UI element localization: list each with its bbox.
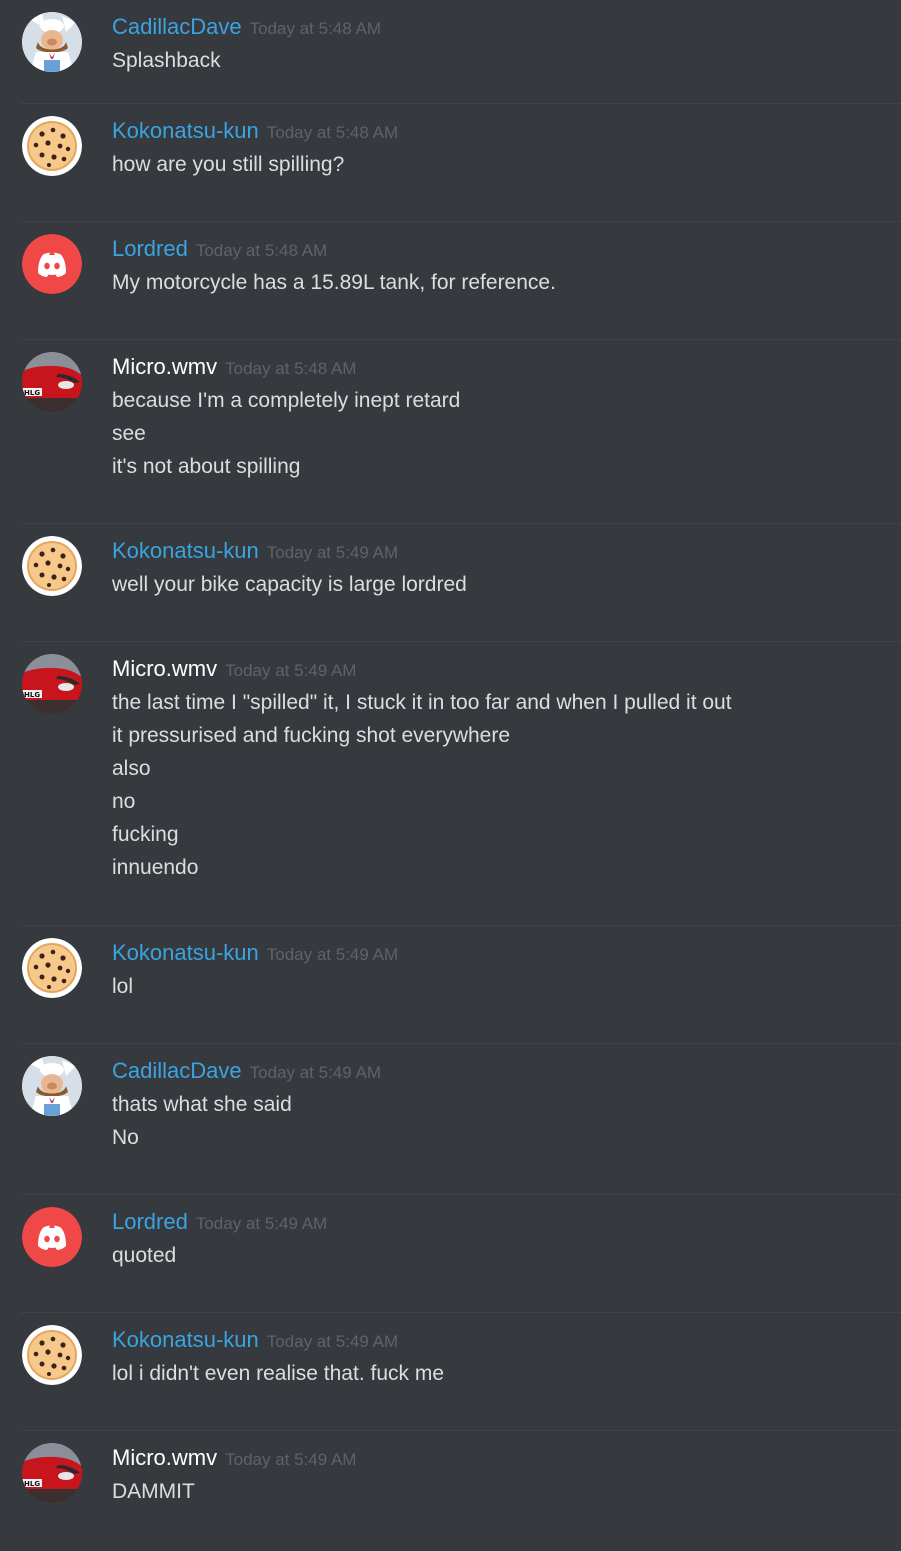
message-header: Kokonatsu-kun Today at 5:48 AM (112, 116, 398, 146)
red-car-avatar-icon[interactable]: HLG (22, 1443, 82, 1503)
message-text: innuendo (112, 856, 199, 879)
chat-message: Lordred Today at 5:48 AM My motorcycle has… (20, 222, 901, 340)
message-header: Kokonatsu-kun Today at 5:49 AM (112, 1325, 398, 1355)
chat-message: CadillacDave Today at 5:48 AM Splashback (20, 0, 901, 104)
timestamp: Today at 5:49 AM (195, 1214, 328, 1233)
message-content: the last time I "spilled" it, I stuck it… (112, 686, 732, 884)
message-content: lol i didn't even realise that. fuck me (112, 1357, 444, 1390)
message-text: also (112, 757, 151, 780)
timestamp: Today at 5:48 AM (266, 123, 399, 142)
message-content: Splashback (112, 44, 221, 77)
username[interactable]: Micro.wmv (112, 1445, 217, 1470)
message-text: because I'm a completely inept retard (112, 389, 461, 412)
message-text: no (112, 790, 136, 813)
message-text: fucking (112, 823, 179, 846)
username[interactable]: Kokonatsu-kun (112, 1327, 259, 1352)
message-text: quoted (112, 1244, 177, 1267)
message-text: thats what she said (112, 1093, 292, 1116)
chat-message: CadillacDave Today at 5:49 AM thats what s… (20, 1044, 901, 1195)
message-text: well your bike capacity is large lordred (112, 573, 467, 596)
timestamp: Today at 5:48 AM (249, 19, 381, 38)
svg-text:HLG: HLG (24, 691, 40, 699)
message-text: My motorcycle has a 15.89L tank, for ref… (112, 271, 556, 294)
chat-message: Kokonatsu-kun Today at 5:49 AM lol (20, 926, 901, 1044)
username[interactable]: Kokonatsu-kun (112, 940, 259, 965)
svg-text:HLG: HLG (24, 1480, 40, 1488)
username[interactable]: Lordred (112, 236, 188, 261)
username[interactable]: CadillacDave (112, 1058, 242, 1083)
message-content: lol (112, 970, 133, 1003)
message-text: No (112, 1126, 139, 1149)
message-text: it pressurised and fucking shot everywhe… (112, 724, 511, 747)
message-header: CadillacDave Today at 5:48 AM (112, 12, 381, 42)
timestamp: Today at 5:48 AM (225, 359, 357, 378)
message-content: thats what she said No (112, 1088, 292, 1154)
message-text: DAMMIT (112, 1480, 195, 1503)
message-header: Micro.wmv Today at 5:48 AM (112, 352, 356, 382)
message-header: Kokonatsu-kun Today at 5:49 AM (112, 536, 398, 566)
message-header: Kokonatsu-kun Today at 5:49 AM (112, 938, 398, 968)
username[interactable]: Micro.wmv (112, 354, 217, 379)
cookie-avatar-icon[interactable] (22, 536, 82, 596)
timestamp: Today at 5:48 AM (195, 241, 328, 260)
message-content: DAMMIT (112, 1475, 195, 1508)
chat-message: HLG Micro.wmv Today at 5:49 AM the last tim… (20, 642, 901, 926)
cookie-avatar-icon[interactable] (22, 1325, 82, 1385)
red-car-avatar-icon[interactable]: HLG (22, 654, 82, 714)
red-car-avatar-icon[interactable]: HLG (22, 352, 82, 412)
discord-logo-avatar-icon[interactable] (22, 1207, 82, 1267)
message-content: My motorcycle has a 15.89L tank, for ref… (112, 266, 556, 299)
username[interactable]: Kokonatsu-kun (112, 538, 259, 563)
message-header: Lordred Today at 5:49 AM (112, 1207, 327, 1237)
timestamp: Today at 5:49 AM (266, 1332, 399, 1351)
timestamp: Today at 5:49 AM (266, 543, 399, 562)
message-content: how are you still spilling? (112, 148, 344, 181)
username[interactable]: Lordred (112, 1209, 188, 1234)
message-content: quoted (112, 1239, 176, 1272)
message-header: Micro.wmv Today at 5:49 AM (112, 654, 356, 684)
message-header: CadillacDave Today at 5:49 AM (112, 1056, 381, 1086)
message-text: the last time I "spilled" it, I stuck it… (112, 691, 732, 714)
chat-message: Kokonatsu-kun Today at 5:48 AM how are you… (20, 104, 901, 222)
message-text: see (112, 422, 146, 445)
chat-message: HLG Micro.wmv Today at 5:49 AM DAMMIT (20, 1431, 901, 1551)
timestamp: Today at 5:49 AM (225, 1450, 357, 1469)
timestamp: Today at 5:49 AM (225, 661, 357, 680)
chat-message-list: CadillacDave Today at 5:48 AM Splashback Ko… (0, 0, 901, 1545)
discord-logo-avatar-icon[interactable] (22, 234, 82, 294)
message-header: Micro.wmv Today at 5:49 AM (112, 1443, 356, 1473)
message-text: Splashback (112, 49, 221, 72)
username[interactable]: CadillacDave (112, 14, 242, 39)
message-content: because I'm a completely inept retard see… (112, 384, 460, 483)
swedish-chef-avatar-icon[interactable] (22, 1056, 82, 1116)
message-content: well your bike capacity is large lordred (112, 568, 467, 601)
swedish-chef-avatar-icon[interactable] (22, 12, 82, 72)
message-text: lol i didn't even realise that. fuck me (112, 1362, 445, 1385)
message-text: how are you still spilling? (112, 153, 345, 176)
message-header: Lordred Today at 5:48 AM (112, 234, 327, 264)
message-text: lol (112, 975, 134, 998)
cookie-avatar-icon[interactable] (22, 116, 82, 176)
username[interactable]: Kokonatsu-kun (112, 118, 259, 143)
message-text: it's not about spilling (112, 455, 301, 478)
chat-message: Kokonatsu-kun Today at 5:49 AM well your b… (20, 524, 901, 642)
timestamp: Today at 5:49 AM (266, 945, 399, 964)
cookie-avatar-icon[interactable] (22, 938, 82, 998)
chat-message: Kokonatsu-kun Today at 5:49 AM lol i didn'… (20, 1313, 901, 1431)
timestamp: Today at 5:49 AM (249, 1063, 381, 1082)
svg-text:HLG: HLG (24, 389, 40, 397)
username[interactable]: Micro.wmv (112, 656, 217, 681)
chat-message: Lordred Today at 5:49 AM quoted (20, 1195, 901, 1313)
chat-message: HLG Micro.wmv Today at 5:48 AM because I'm … (20, 340, 901, 524)
